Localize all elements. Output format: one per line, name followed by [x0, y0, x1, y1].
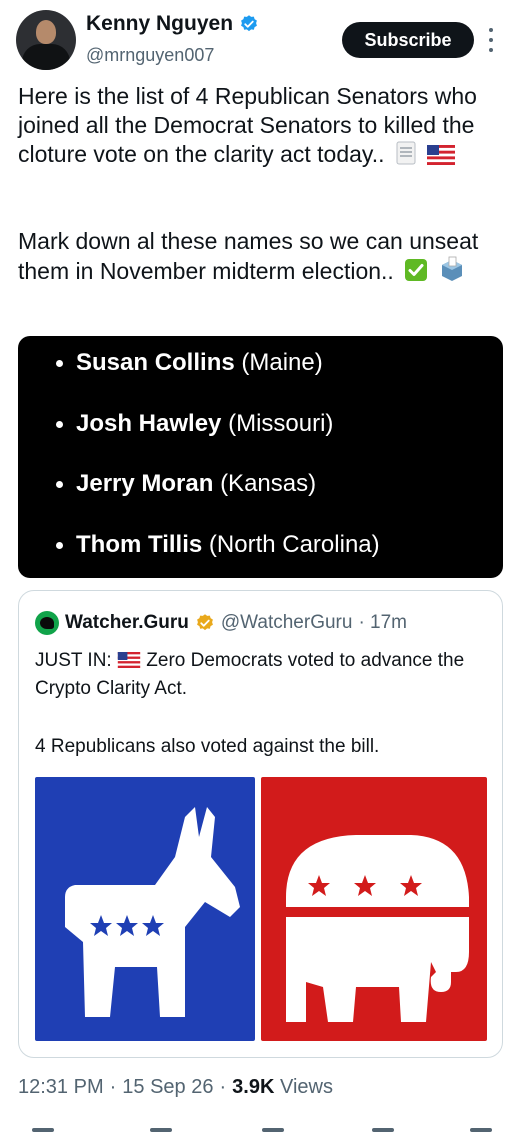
author-handle[interactable]: @mrnguyen007 [86, 45, 214, 66]
list-item: Thom Tillis (North Carolina) [56, 530, 380, 591]
list-item: Josh Hawley (Missouri) [56, 409, 380, 470]
quoted-author-handle[interactable]: @WatcherGuru [221, 612, 353, 634]
quoted-tweet[interactable]: Watcher.Guru @WatcherGuru · 17m JUST IN:… [18, 590, 503, 1058]
like-icon[interactable] [262, 1128, 284, 1132]
donkey-icon [65, 807, 240, 1017]
us-flag-icon [427, 145, 456, 165]
democrat-donkey-image[interactable] [35, 777, 255, 1041]
tweet-date[interactable]: 15 Sep 26 [122, 1076, 213, 1098]
list-item: Jerry Moran (Kansas) [56, 469, 380, 530]
post-paragraph-2: Mark down al these names so we can unsea… [18, 227, 508, 286]
views-count: 3.9K [232, 1076, 275, 1098]
senators-list-image[interactable]: Susan Collins (Maine) Josh Hawley (Misso… [18, 336, 503, 578]
quoted-tweet-header: Watcher.Guru @WatcherGuru · 17m [35, 611, 407, 635]
us-flag-icon [117, 652, 141, 668]
republican-elephant-image[interactable] [261, 777, 487, 1041]
separator: · [219, 1076, 227, 1098]
quoted-timestamp[interactable]: · 17m [358, 612, 407, 634]
quoted-text-line-1: JUST IN: Zero Democrats voted to advance… [35, 647, 485, 703]
more-vertical-icon[interactable] [484, 26, 498, 54]
post-paragraph-1: Here is the list of 4 Republican Senator… [18, 82, 508, 169]
verified-badge-icon [241, 15, 257, 32]
bookmark-icon[interactable] [372, 1128, 394, 1132]
tweet: Kenny Nguyen @mrnguyen007 Subscribe Here… [0, 0, 521, 1134]
check-mark-icon [405, 259, 428, 281]
watcher-guru-logo-icon[interactable] [35, 611, 59, 635]
quoted-text-line-2: 4 Republicans also voted against the bil… [35, 736, 380, 757]
author-avatar[interactable] [16, 10, 76, 70]
tweet-time[interactable]: 12:31 PM [18, 1076, 104, 1098]
subscribe-button[interactable]: Subscribe [342, 22, 474, 58]
author-name-row[interactable]: Kenny Nguyen [86, 12, 259, 36]
retweet-icon[interactable] [150, 1128, 172, 1132]
list-item: Susan Collins (Maine) [56, 348, 380, 409]
elephant-icon [286, 835, 469, 1022]
senators-list: Susan Collins (Maine) Josh Hawley (Misso… [56, 348, 380, 591]
avatar-face [36, 20, 56, 44]
ballot-box-icon [441, 256, 462, 281]
just-in-label: JUST IN: [35, 650, 112, 671]
share-icon[interactable] [470, 1128, 492, 1132]
author-name[interactable]: Kenny Nguyen [86, 12, 233, 36]
action-bar [0, 1124, 521, 1134]
page-icon [396, 141, 416, 165]
tweet-metadata: 12:31 PM · 15 Sep 26 · 3.9K Views [18, 1076, 333, 1099]
gold-verified-badge-icon [196, 614, 213, 631]
avatar-shirt [22, 44, 70, 70]
separator: · [109, 1076, 117, 1098]
views-label: Views [279, 1076, 333, 1098]
quoted-author-name[interactable]: Watcher.Guru [65, 612, 189, 634]
reply-icon[interactable] [32, 1128, 54, 1132]
